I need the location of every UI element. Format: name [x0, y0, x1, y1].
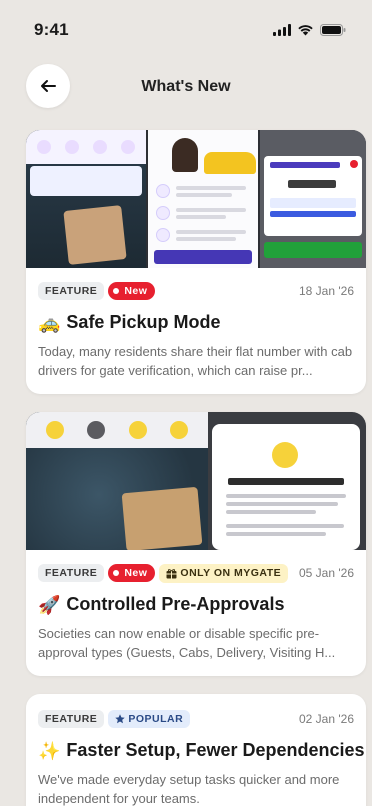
feature-card-image: [26, 412, 366, 550]
feature-card-body: FEATURE POPULAR 02 Jan '26 ✨ Faster Setu…: [26, 694, 366, 806]
exclusive-badge: ONLY ON MYGATE: [159, 563, 289, 583]
app-screenshot-preapproval: [148, 130, 258, 268]
wifi-icon: [298, 25, 313, 36]
taxi-emoji-icon: 🚕: [38, 312, 61, 333]
app-screenshot-home: [26, 412, 208, 550]
release-date: 18 Jan '26: [298, 284, 354, 298]
feature-card-image: [26, 130, 366, 268]
status-time: 9:41: [34, 20, 69, 39]
rocket-emoji-icon: 🚀: [38, 594, 61, 615]
battery-icon: [320, 24, 346, 36]
new-badge: New: [108, 563, 156, 583]
feature-title-text: Controlled Pre-Approvals: [66, 594, 285, 614]
feature-card-body: FEATURE New ONLY ON MYGATE 05 Jan '26 🚀 …: [26, 550, 366, 676]
signal-icon: [273, 24, 291, 36]
release-date: 05 Jan '26: [298, 566, 354, 580]
app-screenshot-cab-entry: [260, 130, 366, 268]
exclusive-badge-label: ONLY ON MYGATE: [180, 566, 282, 579]
new-badge-label: New: [124, 566, 148, 579]
page-title: What's New: [141, 78, 231, 95]
whats-new-feed: FEATURE New 18 Jan '26 🚕 Safe Pickup Mod…: [26, 130, 366, 806]
feature-card-controlled-preapprovals[interactable]: FEATURE New ONLY ON MYGATE 05 Jan '26 🚀 …: [26, 412, 366, 676]
new-badge: New: [108, 281, 156, 301]
app-screenshot-home: [26, 130, 146, 268]
back-button[interactable]: [26, 64, 70, 108]
feature-card-body: FEATURE New 18 Jan '26 🚕 Safe Pickup Mod…: [26, 268, 366, 394]
feature-description: Societies can now enable or disable spec…: [38, 626, 336, 660]
popular-badge-label: POPULAR: [128, 712, 184, 725]
page-header: What's New: [0, 64, 372, 110]
tag-row: FEATURE New 18 Jan '26: [38, 280, 354, 302]
feature-description: We've made everyday setup tasks quicker …: [38, 772, 340, 806]
star-icon: [115, 714, 126, 724]
gift-icon: [166, 568, 177, 578]
feature-card-faster-setup[interactable]: FEATURE POPULAR 02 Jan '26 ✨ Faster Setu…: [26, 694, 366, 806]
back-arrow-icon: [41, 80, 56, 92]
feature-title-text: Faster Setup, Fewer Dependencies!: [66, 740, 366, 760]
sparkles-emoji-icon: ✨: [38, 740, 61, 761]
feature-title: ✨ Faster Setup, Fewer Dependencies!: [38, 740, 366, 761]
feature-title: 🚀 Controlled Pre-Approvals: [38, 594, 354, 615]
feature-tag: FEATURE: [38, 281, 105, 301]
status-bar: 9:41: [0, 0, 372, 60]
tag-row: FEATURE POPULAR 02 Jan '26: [38, 708, 354, 730]
feature-tag: FEATURE: [38, 563, 105, 583]
new-badge-label: New: [124, 284, 148, 297]
tag-row: FEATURE New ONLY ON MYGATE 05 Jan '26: [38, 562, 354, 584]
new-dot-icon: [113, 288, 120, 294]
status-icons: [273, 24, 346, 36]
feature-description: Today, many residents share their flat n…: [38, 344, 353, 378]
app-screenshot-disabled-notice: [212, 424, 360, 550]
feature-tag: FEATURE: [38, 709, 105, 729]
release-date: 02 Jan '26: [298, 712, 354, 726]
feature-title-text: Safe Pickup Mode: [66, 312, 221, 332]
new-dot-icon: [113, 570, 120, 576]
popular-badge: POPULAR: [108, 709, 191, 729]
feature-card-safe-pickup[interactable]: FEATURE New 18 Jan '26 🚕 Safe Pickup Mod…: [26, 130, 366, 394]
feature-title: 🚕 Safe Pickup Mode: [38, 312, 354, 333]
